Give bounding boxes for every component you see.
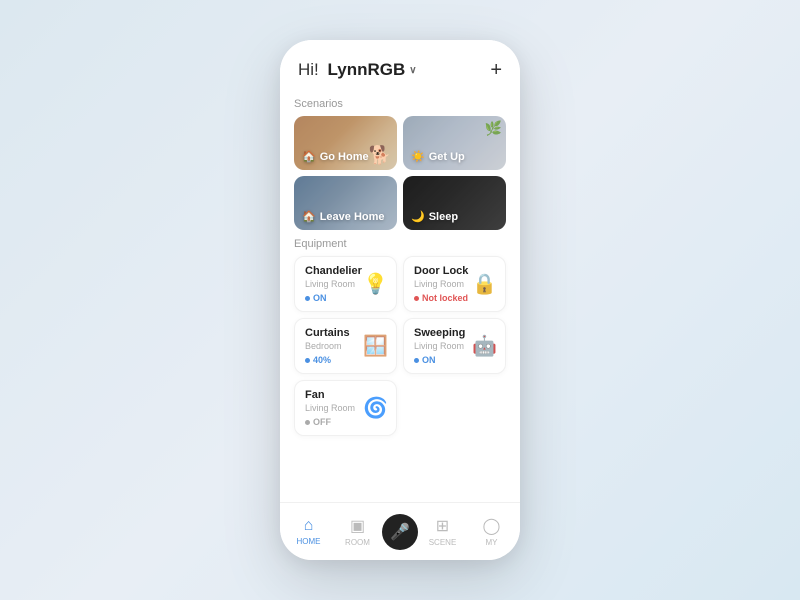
scenario-go-home-label: 🏠 Go Home (302, 150, 369, 163)
scenarios-label: Scenarios (294, 98, 506, 110)
equip-sweeping[interactable]: Sweeping Living Room ON 🤖 (403, 318, 506, 374)
door-lock-status-dot (414, 296, 419, 301)
username: LynnRGB (328, 60, 406, 80)
scenario-sleep[interactable]: 🌙 Sleep (403, 176, 506, 230)
scenario-get-up-label: ☀️ Get Up (411, 150, 465, 163)
scenario-go-home[interactable]: 🏠 Go Home (294, 116, 397, 170)
sweeping-icon: 🤖 (472, 334, 497, 359)
scene-nav-label: SCENE (429, 538, 457, 547)
nav-scene[interactable]: ⊞ SCENE (418, 516, 467, 547)
equip-curtains[interactable]: Curtains Bedroom 40% 🪟 (294, 318, 397, 374)
room-nav-label: ROOM (345, 538, 370, 547)
equipment-grid: Chandelier Living Room ON 💡 Door Lock Li… (294, 256, 506, 436)
phone-container: Hi! LynnRGB ∨ + Scenarios 🏠 Go Home ☀️ (280, 40, 520, 560)
home-icon: 🏠 (302, 150, 316, 163)
leavehome-icon: 🏠 (302, 210, 316, 223)
header-title: Hi! LynnRGB ∨ (298, 60, 417, 80)
scenario-get-up[interactable]: ☀️ Get Up (403, 116, 506, 170)
sleep-icon: 🌙 (411, 210, 425, 223)
equip-fan[interactable]: Fan Living Room OFF 🌀 (294, 380, 397, 436)
scene-nav-icon: ⊞ (436, 516, 449, 536)
equipment-label: Equipment (294, 238, 506, 250)
nav-room[interactable]: ▣ ROOM (333, 516, 382, 547)
my-nav-icon: ◯ (483, 516, 501, 536)
fan-icon: 🌀 (363, 396, 388, 421)
curtains-status-dot (305, 358, 310, 363)
header: Hi! LynnRGB ∨ + (280, 40, 520, 90)
scenarios-grid: 🏠 Go Home ☀️ Get Up 🏠 Leave Home (294, 116, 506, 230)
curtains-icon: 🪟 (363, 334, 388, 359)
fan-status-dot (305, 420, 310, 425)
equip-chandelier[interactable]: Chandelier Living Room ON 💡 (294, 256, 397, 312)
sweeping-status-dot (414, 358, 419, 363)
nav-mic-button[interactable]: 🎤 (382, 514, 418, 550)
home-nav-label: HOME (297, 537, 321, 546)
equip-door-lock[interactable]: Door Lock Living Room Not locked 🔒 (403, 256, 506, 312)
my-nav-label: MY (486, 538, 498, 547)
chevron-down-icon[interactable]: ∨ (409, 65, 416, 76)
greeting: Hi! (298, 60, 319, 80)
nav-home[interactable]: ⌂ HOME (284, 517, 333, 546)
scenario-leave-home-label: 🏠 Leave Home (302, 210, 385, 223)
bottom-nav: ⌂ HOME ▣ ROOM 🎤 ⊞ SCENE ◯ MY (280, 502, 520, 560)
content-area: Scenarios 🏠 Go Home ☀️ Get Up (280, 90, 520, 502)
scenario-leave-home[interactable]: 🏠 Leave Home (294, 176, 397, 230)
home-nav-icon: ⌂ (304, 517, 314, 535)
chandelier-status-dot (305, 296, 310, 301)
scenario-sleep-label: 🌙 Sleep (411, 210, 458, 223)
door-lock-icon: 🔒 (472, 272, 497, 297)
chandelier-icon: 💡 (363, 272, 388, 297)
getup-icon: ☀️ (411, 150, 425, 163)
nav-my[interactable]: ◯ MY (467, 516, 516, 547)
room-nav-icon: ▣ (350, 516, 365, 536)
mic-icon: 🎤 (390, 522, 410, 542)
add-button[interactable]: + (490, 60, 502, 80)
